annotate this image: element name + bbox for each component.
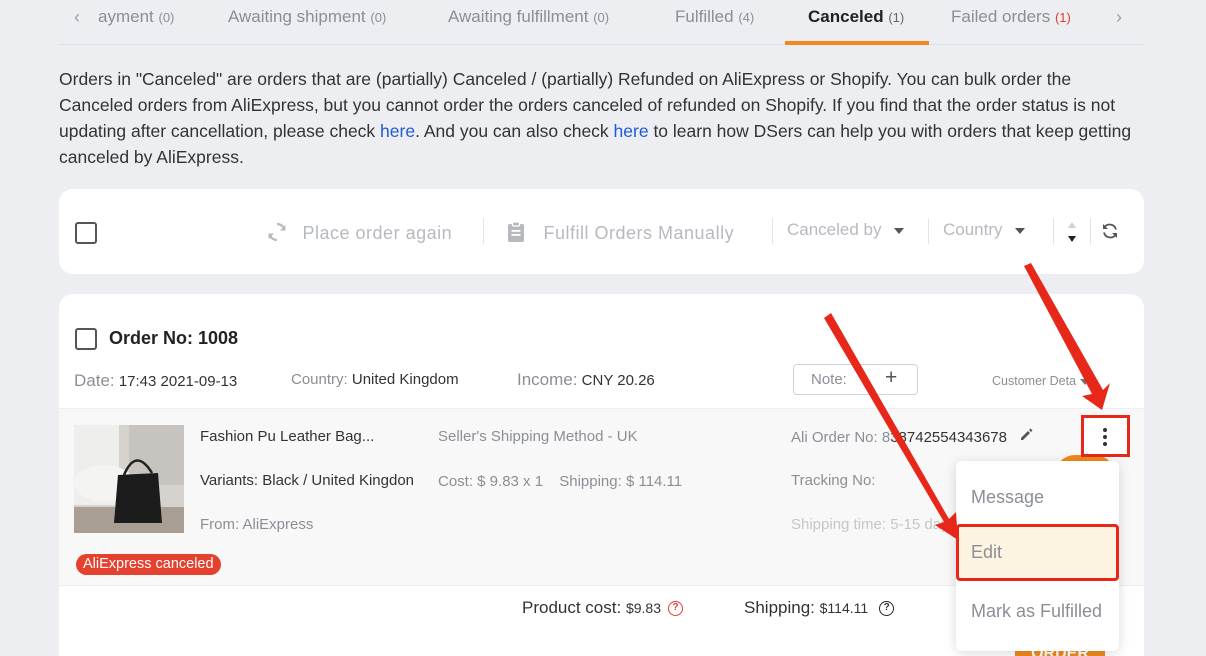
add-note-button[interactable]: Note: + (793, 364, 918, 395)
country-meta-value: United Kingdom (351, 371, 459, 388)
order-country: Country: United Kingdom (291, 371, 459, 388)
product-thumbnail (74, 425, 184, 533)
chevron-down-icon (1014, 227, 1025, 234)
ali-order-value: 38742554343678 (890, 429, 1007, 446)
tab-awaiting-shipment[interactable]: Awaiting shipment (0) (228, 0, 386, 45)
product-source: From: AliExpress (200, 516, 314, 533)
question-icon[interactable]: ? (879, 601, 895, 617)
select-all-checkbox[interactable] (75, 222, 97, 244)
toolbar-divider (1053, 218, 1054, 244)
item-cost: Cost: $ 9.83 x 1 (438, 473, 544, 490)
plus-icon: + (885, 366, 898, 389)
tab-failed-orders[interactable]: Failed orders (1) (951, 0, 1071, 45)
date-value: 17:43 2021-09-13 (118, 373, 238, 390)
tab-canceled[interactable]: Canceled (1) (808, 0, 904, 45)
tab-label: Awaiting fulfillment (448, 7, 589, 26)
clipboard-icon (508, 221, 524, 242)
menu-item-message[interactable]: Message (956, 469, 1119, 526)
product-cost-label: Product cost: (522, 598, 622, 617)
order-select-checkbox[interactable] (75, 328, 97, 350)
chevron-down-icon (1080, 378, 1091, 385)
income-value: CNY 20.26 (581, 372, 655, 389)
canceled-by-label: Canceled by (787, 220, 882, 239)
order-number: Order No: 1008 (109, 328, 239, 348)
item-shipping-cost: Shipping: $ 114.11 (559, 473, 683, 490)
chevron-down-icon (893, 227, 904, 234)
customer-details-toggle[interactable]: Customer Deta (992, 374, 1091, 388)
country-select[interactable]: Country (943, 220, 1025, 240)
sort-toggle-icon[interactable] (1066, 219, 1078, 245)
handbag-product-image (74, 425, 184, 533)
tracking-number: Tracking No: (791, 472, 876, 489)
item-cost-line: Cost: $ 9.83 x 1 Shipping: $ 114.11 (438, 473, 682, 490)
income-label: Income: (517, 370, 578, 389)
product-cost-value: $9.83 (625, 600, 661, 616)
tab-label: Fulfilled (675, 7, 734, 26)
toolbar-divider (483, 218, 484, 244)
status-badge: AliExpress canceled (76, 554, 221, 575)
country-label: Country (943, 220, 1003, 239)
shipping-summary-label: Shipping: (744, 598, 815, 617)
product-cost-summary: Product cost: $9.83? (522, 598, 683, 618)
tab-awaiting-payment[interactable]: ayment (0) (98, 0, 174, 45)
customer-details-label: Customer Deta (992, 374, 1077, 388)
toolbar-divider (928, 218, 929, 244)
ali-order-number: Ali Order No: 838742554343678 (791, 428, 1033, 446)
toolbar-divider (772, 218, 773, 244)
menu-item-edit[interactable]: Edit (956, 524, 1119, 581)
shipping-summary: Shipping: $114.11? (744, 598, 895, 618)
shipping-time: Shipping time: 5-15 day (791, 516, 949, 533)
tab-count: (1) (888, 10, 905, 25)
canceled-by-select[interactable]: Canceled by (787, 220, 904, 240)
more-vertical-icon (1103, 435, 1107, 439)
info-text-part: . And you can also check (415, 121, 614, 141)
sort-arrows-icon (1068, 222, 1076, 242)
shipping-method[interactable]: Seller's Shipping Method - UK (438, 428, 638, 445)
tabs-scroll-left-icon[interactable]: ‹ (74, 0, 80, 34)
tab-count: (0) (593, 10, 610, 25)
tab-count: (4) (738, 10, 755, 25)
tabs-scroll-right-icon[interactable]: › (1116, 0, 1122, 34)
refresh-cycle-icon (268, 222, 286, 242)
more-vertical-icon (1103, 442, 1107, 446)
tab-count: (1) (1054, 10, 1071, 25)
tab-count: (0) (370, 10, 387, 25)
bulk-actions-toolbar: Place order again Fulfill Orders Manuall… (59, 189, 1144, 274)
country-meta-label: Country: (291, 371, 348, 388)
more-actions-menu: Message Edit Mark as Fulfilled (956, 461, 1119, 651)
canceled-info-text: Orders in "Canceled" are orders that are… (59, 66, 1149, 170)
tab-label: Awaiting shipment (228, 7, 366, 26)
tab-label: Canceled (808, 7, 884, 26)
tab-fulfilled[interactable]: Fulfilled (4) (675, 0, 754, 45)
active-tab-indicator (785, 41, 929, 45)
tab-label: ayment (98, 7, 154, 26)
shipping-summary-value: $114.11 (819, 600, 869, 616)
tab-awaiting-fulfillment[interactable]: Awaiting fulfillment (0) (448, 0, 609, 45)
note-label: Note: (811, 371, 847, 388)
order-date: Date: 17:43 2021-09-13 (74, 371, 237, 391)
learn-more-link[interactable]: here (614, 121, 649, 141)
more-vertical-icon (1103, 428, 1107, 432)
tab-label: Failed orders (951, 7, 1051, 26)
product-variants: Variants: Black / United Kingdon (200, 472, 415, 489)
pencil-edit-icon[interactable] (1019, 428, 1033, 442)
ali-order-label: Ali Order No: 8 (791, 429, 891, 446)
place-order-again-button[interactable]: Place order again (265, 220, 452, 244)
menu-item-mark-fulfilled[interactable]: Mark as Fulfilled (956, 583, 1119, 640)
reload-icon (1103, 223, 1117, 239)
reload-button[interactable] (1100, 221, 1120, 241)
place-order-again-label: Place order again (302, 223, 453, 243)
product-name[interactable]: Fashion Pu Leather Bag... (200, 428, 374, 445)
order-status-tabs: ‹ ayment (0) Awaiting shipment (0) Await… (60, 0, 1144, 45)
fulfill-orders-manually-button[interactable]: Fulfill Orders Manually (504, 220, 734, 244)
order-income: Income: CNY 20.26 (517, 370, 655, 390)
date-label: Date: (74, 371, 115, 390)
check-status-link[interactable]: here (380, 121, 415, 141)
more-actions-button[interactable] (1081, 415, 1130, 457)
toolbar-divider (1090, 218, 1091, 244)
fulfill-orders-manually-label: Fulfill Orders Manually (543, 223, 735, 243)
question-icon[interactable]: ? (668, 601, 683, 617)
tab-count: (0) (158, 10, 175, 25)
